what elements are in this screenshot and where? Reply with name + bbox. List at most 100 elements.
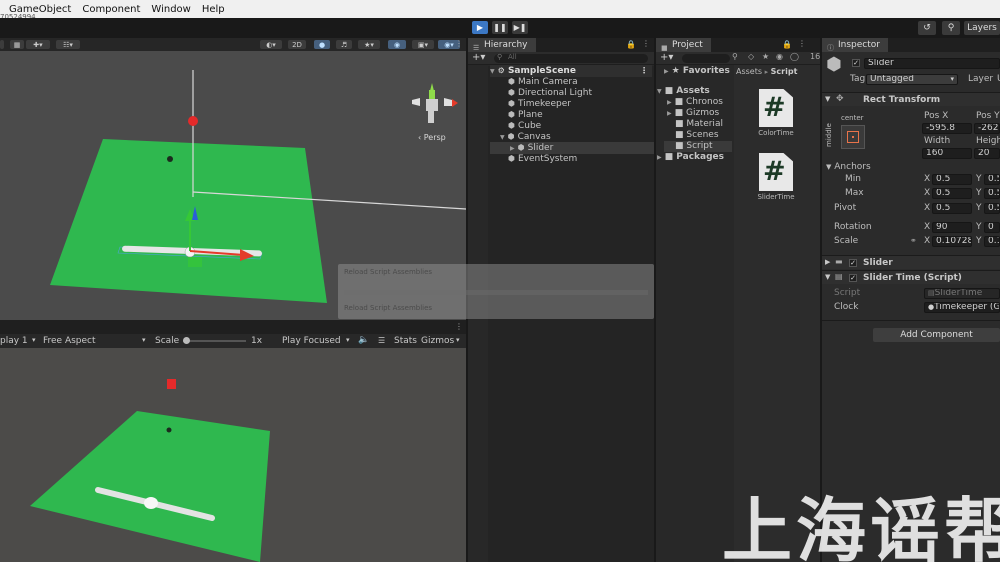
- gizmos-dropdown[interactable]: Gizmos: [421, 336, 454, 346]
- scale-slider-knob[interactable]: [183, 337, 191, 344]
- play-button[interactable]: ▶: [472, 21, 488, 34]
- menu-icon[interactable]: ☰: [378, 336, 385, 345]
- scene-tool-snap[interactable]: ☷▾: [56, 40, 80, 49]
- anchor-max-y-field[interactable]: 0.5: [984, 188, 1000, 199]
- menu-help[interactable]: Help: [202, 4, 225, 15]
- width-field[interactable]: 160: [922, 148, 972, 159]
- lock-icon[interactable]: 🔒: [626, 40, 636, 49]
- favorites-row[interactable]: ▶ ★ Favorites: [664, 66, 730, 77]
- expand-icon: ▼: [490, 68, 495, 75]
- more-icon[interactable]: ⋮: [640, 65, 648, 76]
- history-button[interactable]: ↺: [918, 21, 936, 35]
- pos-y-field[interactable]: -262.: [974, 123, 1000, 134]
- script-file-icon[interactable]: #: [759, 89, 793, 127]
- scale-x-field[interactable]: 0.10728: [932, 236, 972, 247]
- rotation-x-field[interactable]: 90: [932, 222, 972, 233]
- rotation-y-field[interactable]: 0: [984, 222, 1000, 233]
- tag-dropdown[interactable]: Untagged ▾: [866, 74, 958, 85]
- game-more-icon[interactable]: ⋮: [455, 322, 463, 331]
- add-icon[interactable]: +▾: [472, 52, 485, 63]
- slider-time-header[interactable]: ▼ ▤ ✓ Slider Time (Script): [822, 270, 1000, 284]
- game-view[interactable]: [0, 348, 466, 562]
- script-file-icon[interactable]: #: [759, 153, 793, 191]
- visibility-icon[interactable]: ◉: [776, 52, 783, 61]
- object-name-field[interactable]: Slider: [864, 58, 1000, 69]
- step-button[interactable]: ▶❚: [512, 21, 528, 34]
- pivot-y-field[interactable]: 0.5: [984, 203, 1000, 214]
- hierarchy-item[interactable]: ⬢ EventSystem: [508, 153, 577, 165]
- packages-row[interactable]: ▶ ■ Packages: [657, 152, 724, 163]
- scene-2d-toggle[interactable]: 2D: [288, 40, 306, 49]
- slider-component-header[interactable]: ▶ ▬ ✓ Slider: [822, 255, 1000, 269]
- aspect-dropdown[interactable]: Free Aspect: [43, 336, 96, 346]
- breadcrumb-script[interactable]: Script: [771, 67, 798, 76]
- tab-project[interactable]: ■ Project: [656, 38, 711, 52]
- scene-tool-draw[interactable]: ▦: [10, 40, 24, 49]
- file-name[interactable]: ColorTime: [740, 129, 812, 137]
- component-enabled-checkbox[interactable]: ✓: [849, 258, 857, 268]
- folder-row[interactable]: ■ Material: [675, 119, 723, 130]
- anchor-preset-button[interactable]: [841, 125, 865, 149]
- hierarchy-search-input[interactable]: ⚲ All: [494, 53, 648, 63]
- component-enabled-checkbox[interactable]: ✓: [849, 273, 857, 283]
- project-search-input[interactable]: [682, 54, 730, 63]
- search-filter-icon[interactable]: ⚲: [732, 52, 738, 61]
- folder-icon: ■: [675, 119, 684, 129]
- folder-icon: ■: [674, 97, 684, 107]
- anchor-min-y-field[interactable]: 0.5: [984, 174, 1000, 185]
- display-dropdown[interactable]: play 1: [0, 336, 28, 346]
- x-axis-label: X: [924, 203, 931, 213]
- folder-icon: ■: [664, 152, 674, 162]
- active-checkbox[interactable]: ✓: [852, 58, 860, 68]
- folder-row[interactable]: ▶ ■ Chronos: [667, 97, 723, 108]
- collapse-icon: ▶: [657, 154, 662, 161]
- folder-row-selected[interactable]: ■ Script: [664, 141, 732, 152]
- tab-inspector[interactable]: ⓘ Inspector: [822, 38, 888, 52]
- scene-tool-cut[interactable]: [0, 40, 4, 49]
- folder-row[interactable]: ■ Scenes: [675, 130, 719, 141]
- persp-label[interactable]: ‹ Persp: [418, 133, 446, 142]
- menu-window[interactable]: Window: [151, 4, 190, 15]
- scene-tool-orbit[interactable]: ◐▾: [260, 40, 282, 49]
- scale-label: Scale: [155, 336, 180, 346]
- pos-x-field[interactable]: -595.8: [922, 123, 972, 134]
- scene-camera-dropdown[interactable]: ▣▾: [412, 40, 434, 49]
- play-focused-dropdown[interactable]: Play Focused: [282, 336, 341, 346]
- menu-component[interactable]: Component: [82, 4, 140, 15]
- assets-row[interactable]: ▼ ■ Assets: [657, 86, 710, 97]
- scene-fx-toggle[interactable]: ★▾: [358, 40, 380, 49]
- rect-transform-header[interactable]: ▼ ✥ Rect Transform: [822, 92, 1000, 106]
- more-icon[interactable]: ⋮: [642, 39, 650, 48]
- add-component-button[interactable]: Add Component: [873, 328, 1000, 342]
- tab-hierarchy[interactable]: ☰ Hierarchy: [468, 38, 536, 52]
- label-filter-icon[interactable]: ★: [762, 52, 769, 61]
- anchors-foldout[interactable]: ▼ Anchors: [826, 162, 871, 173]
- stats-button[interactable]: Stats: [394, 336, 417, 346]
- search-button[interactable]: ⚲: [942, 21, 960, 35]
- scene-more-icon[interactable]: ⋮: [455, 39, 463, 48]
- layers-dropdown[interactable]: Layers: [964, 21, 1000, 35]
- scene-tool-gizmo[interactable]: ✚▾: [26, 40, 50, 49]
- scene-light-toggle[interactable]: ●: [314, 40, 330, 49]
- mute-audio-icon[interactable]: 🔈: [358, 335, 369, 345]
- type-filter-icon[interactable]: ◇: [748, 52, 754, 61]
- clock-field[interactable]: ●Timekeeper (Glo: [924, 302, 1000, 313]
- scene-audio-toggle[interactable]: ♬: [336, 40, 352, 49]
- more-icon[interactable]: ⋮: [798, 39, 806, 48]
- height-field[interactable]: 20: [974, 148, 1000, 159]
- scale-y-field[interactable]: 0.1: [984, 236, 1000, 247]
- add-icon[interactable]: +▾: [660, 52, 673, 63]
- folder-row[interactable]: ▶ ■ Gizmos: [667, 108, 719, 119]
- pivot-x-field[interactable]: 0.5: [932, 203, 972, 214]
- lock-icon[interactable]: 🔒: [782, 40, 792, 49]
- link-icon[interactable]: ⚭: [910, 236, 917, 245]
- pause-button[interactable]: ❚❚: [492, 21, 508, 34]
- orientation-gizmo[interactable]: [406, 81, 462, 137]
- anchor-max-x-field[interactable]: 0.5: [932, 188, 972, 199]
- gizmo-axis-y: [430, 83, 434, 91]
- file-name[interactable]: SliderTime: [740, 193, 812, 201]
- scene-visibility-toggle[interactable]: ◉: [388, 40, 406, 49]
- anchor-min-x-field[interactable]: 0.5: [932, 174, 972, 185]
- scale-slider-track[interactable]: [183, 340, 246, 342]
- breadcrumb-assets[interactable]: Assets: [736, 67, 762, 76]
